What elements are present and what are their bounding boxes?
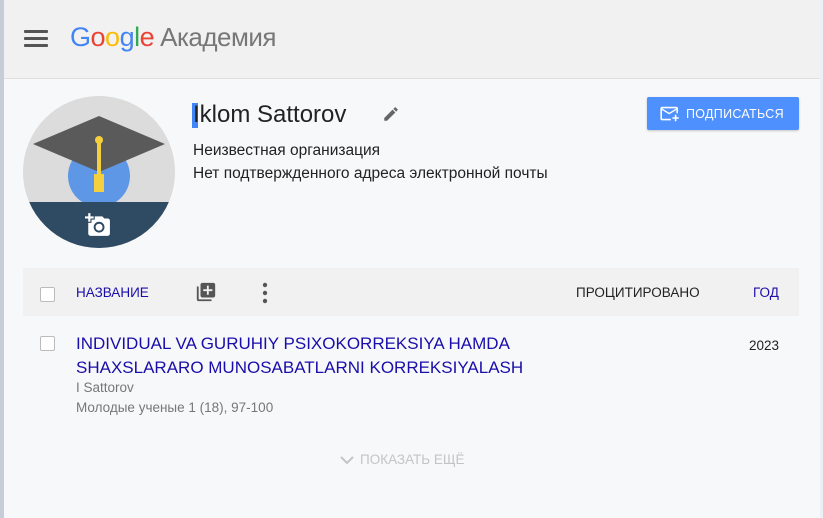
menu-icon[interactable] — [24, 30, 48, 48]
articles-table-header: НАЗВАНИЕ ПРОЦИТИРОВАНО ГОД — [23, 268, 799, 316]
camera-add-icon[interactable] — [85, 212, 111, 238]
profile-name[interactable]: Iklom Sattorov — [193, 101, 346, 129]
table-row: INDIVIDUAL VA GURUHIY PSIXOKORREKSIYA HA… — [23, 316, 799, 428]
article-venue: Молодые ученые 1 (18), 97-100 — [76, 400, 274, 415]
avatar[interactable] — [23, 96, 175, 248]
logo-letter: o — [105, 22, 120, 52]
article-authors: I Sattorov — [76, 380, 134, 395]
more-vert-icon[interactable] — [261, 282, 269, 304]
logo-letter: e — [139, 22, 155, 52]
row-checkbox[interactable] — [40, 336, 55, 351]
product-name: Академия — [160, 22, 276, 52]
logo-letter: o — [90, 22, 106, 52]
follow-button-label: ПОДПИСАТЬСЯ — [686, 107, 784, 121]
logo-letter: G — [70, 22, 91, 52]
article-title-link[interactable]: INDIVIDUAL VA GURUHIY PSIXOKORREKSIYA HA… — [76, 332, 616, 380]
show-more-label: ПОКАЗАТЬ ЕЩЁ — [360, 452, 465, 467]
chevron-down-icon — [340, 456, 354, 465]
google-scholar-logo[interactable]: Google Академия — [70, 22, 276, 53]
column-title-sort[interactable]: НАЗВАНИЕ — [76, 285, 149, 300]
article-year: 2023 — [749, 338, 780, 353]
add-box-icon[interactable] — [195, 281, 217, 303]
select-all-checkbox[interactable] — [40, 287, 55, 302]
show-more-button[interactable]: ПОКАЗАТЬ ЕЩЁ — [340, 452, 465, 467]
profile-email-status: Нет подтвержденного адреса электронной п… — [193, 165, 548, 182]
column-year-sort[interactable]: ГОД — [753, 285, 779, 300]
profile-affiliation: Неизвестная организация — [193, 142, 381, 159]
edit-icon[interactable] — [382, 105, 400, 123]
follow-button[interactable]: ПОДПИСАТЬСЯ — [647, 97, 799, 130]
logo-letter: g — [119, 22, 135, 52]
column-cited-sort[interactable]: ПРОЦИТИРОВАНО — [576, 285, 700, 300]
top-app-bar: Google Академия — [4, 0, 820, 79]
mail-add-icon — [660, 106, 679, 122]
